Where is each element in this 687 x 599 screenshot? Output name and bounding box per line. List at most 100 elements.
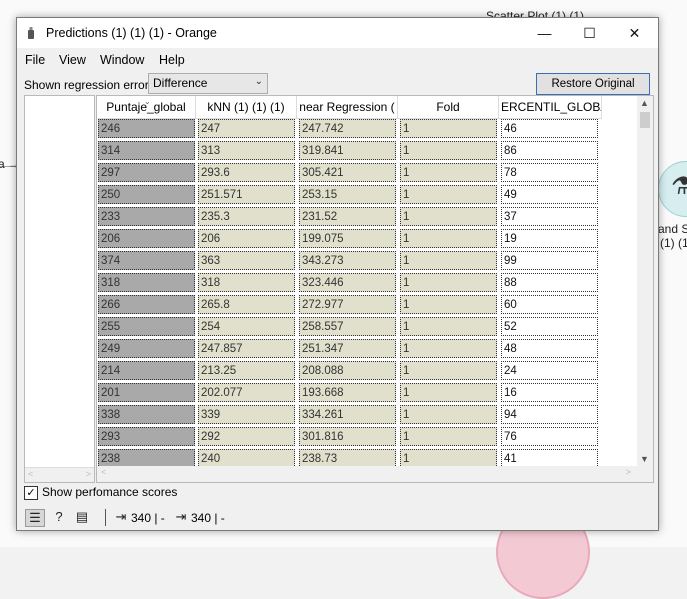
table-cell[interactable]: 199.075: [299, 229, 396, 248]
table-cell[interactable]: 247: [198, 119, 295, 138]
table-row[interactable]: 318 318 323.446 1 88: [97, 272, 637, 294]
table-cell[interactable]: 338: [98, 405, 195, 424]
table-cell[interactable]: 201: [98, 383, 195, 402]
table-cell[interactable]: 1: [400, 405, 497, 424]
close-button[interactable]: ✕: [612, 18, 657, 48]
table-row[interactable]: 374 363 343.273 1 99: [97, 250, 637, 272]
table-cell[interactable]: 49: [501, 185, 598, 204]
table-row[interactable]: 297 293.6 305.421 1 78: [97, 162, 637, 184]
restore-original-order-button[interactable]: Restore Original Order: [536, 73, 650, 110]
table-cell[interactable]: 206: [198, 229, 295, 248]
column-header-fold[interactable]: Fold: [398, 96, 499, 119]
table-cell[interactable]: 48: [501, 339, 598, 358]
table-cell[interactable]: 193.668: [299, 383, 396, 402]
table-cell[interactable]: 1: [400, 207, 497, 226]
table-cell[interactable]: 214: [98, 361, 195, 380]
table-cell[interactable]: 297: [98, 163, 195, 182]
horizontal-scrollbar[interactable]: < >: [97, 466, 653, 482]
help-icon[interactable]: ?: [50, 509, 68, 525]
table-cell[interactable]: 86: [501, 141, 598, 160]
table-cell[interactable]: 339: [198, 405, 295, 424]
menu-file[interactable]: File: [25, 53, 45, 67]
regression-error-select[interactable]: Difference ⌄: [148, 73, 268, 94]
table-row[interactable]: 338 339 334.261 1 94: [97, 404, 637, 426]
table-cell[interactable]: 235.3: [198, 207, 295, 226]
menu-window[interactable]: Window: [100, 53, 144, 67]
table-cell[interactable]: 251.347: [299, 339, 396, 358]
table-row[interactable]: 249 247.857 251.347 1 48: [97, 338, 637, 360]
table-cell[interactable]: 1: [400, 317, 497, 336]
scroll-right-icon[interactable]: >: [626, 467, 631, 477]
table-cell[interactable]: 1: [400, 427, 497, 446]
table-cell[interactable]: 94: [501, 405, 598, 424]
table-cell[interactable]: 202.077: [198, 383, 295, 402]
table-cell[interactable]: 88: [501, 273, 598, 292]
table-row[interactable]: 206 206 199.075 1 19: [97, 228, 637, 250]
table-cell[interactable]: 1: [400, 361, 497, 380]
table-cell[interactable]: 253.15: [299, 185, 396, 204]
table-cell[interactable]: 78: [501, 163, 598, 182]
table-cell[interactable]: 206: [98, 229, 195, 248]
table-cell[interactable]: 213.25: [198, 361, 295, 380]
hamburger-menu-icon[interactable]: ☰: [25, 509, 45, 527]
table-cell[interactable]: 1: [400, 339, 497, 358]
table-cell[interactable]: 76: [501, 427, 598, 446]
table-cell[interactable]: 37: [501, 207, 598, 226]
table-cell[interactable]: 19: [501, 229, 598, 248]
table-cell[interactable]: 334.261: [299, 405, 396, 424]
table-cell[interactable]: 1: [400, 119, 497, 138]
table-cell[interactable]: 314: [98, 141, 195, 160]
menu-view[interactable]: View: [59, 53, 86, 67]
table-cell[interactable]: 301.816: [299, 427, 396, 446]
table-row[interactable]: 255 254 258.557 1 52: [97, 316, 637, 338]
table-cell[interactable]: 363: [198, 251, 295, 270]
table-cell[interactable]: 1: [400, 185, 497, 204]
class-values-panel[interactable]: < >: [24, 95, 95, 483]
table-cell[interactable]: 343.273: [299, 251, 396, 270]
scroll-left-icon[interactable]: <: [28, 469, 33, 479]
scroll-right-icon[interactable]: >: [86, 469, 91, 479]
table-cell[interactable]: 305.421: [299, 163, 396, 182]
table-row[interactable]: 293 292 301.816 1 76: [97, 426, 637, 448]
table-cell[interactable]: 1: [400, 251, 497, 270]
table-cell[interactable]: 247.742: [299, 119, 396, 138]
table-cell[interactable]: 246: [98, 119, 195, 138]
table-row[interactable]: 201 202.077 193.668 1 16: [97, 382, 637, 404]
table-row[interactable]: 250 251.571 253.15 1 49: [97, 184, 637, 206]
table-cell[interactable]: 52: [501, 317, 598, 336]
table-cell[interactable]: 323.446: [299, 273, 396, 292]
table-cell[interactable]: 254: [198, 317, 295, 336]
table-cell[interactable]: 1: [400, 141, 497, 160]
menu-help[interactable]: Help: [159, 53, 185, 67]
show-performance-checkbox[interactable]: ✓: [24, 486, 38, 500]
table-cell[interactable]: 247.857: [198, 339, 295, 358]
table-cell[interactable]: 24: [501, 361, 598, 380]
table-cell[interactable]: 251.571: [198, 185, 295, 204]
table-cell[interactable]: 250: [98, 185, 195, 204]
scroll-up-icon[interactable]: ▲: [640, 98, 649, 108]
title-bar[interactable]: Predictions (1) (1) (1) - Orange — ☐ ✕: [17, 18, 658, 48]
table-cell[interactable]: 208.088: [299, 361, 396, 380]
table-row[interactable]: 233 235.3 231.52 1 37: [97, 206, 637, 228]
table-cell[interactable]: 231.52: [299, 207, 396, 226]
table-cell[interactable]: 292: [198, 427, 295, 446]
table-cell[interactable]: 374: [98, 251, 195, 270]
table-cell[interactable]: 313: [198, 141, 295, 160]
scrollbar-thumb[interactable]: [640, 112, 650, 128]
table-cell[interactable]: 319.841: [299, 141, 396, 160]
scroll-down-icon[interactable]: ▼: [640, 454, 649, 464]
table-cell[interactable]: 266: [98, 295, 195, 314]
left-horizontal-scrollbar[interactable]: < >: [25, 467, 94, 482]
minimize-button[interactable]: —: [522, 18, 567, 48]
column-header-linear-regression[interactable]: near Regression (: [297, 96, 398, 119]
table-cell[interactable]: 16: [501, 383, 598, 402]
scroll-left-icon[interactable]: <: [101, 467, 106, 477]
table-cell[interactable]: 272.977: [299, 295, 396, 314]
table-row[interactable]: 214 213.25 208.088 1 24: [97, 360, 637, 382]
table-cell[interactable]: 258.557: [299, 317, 396, 336]
table-cell[interactable]: 1: [400, 163, 497, 182]
report-icon[interactable]: ▤: [73, 509, 91, 525]
table-cell[interactable]: 255: [98, 317, 195, 336]
table-row[interactable]: 246 247 247.742 1 46: [97, 118, 637, 140]
table-cell[interactable]: 293: [98, 427, 195, 446]
